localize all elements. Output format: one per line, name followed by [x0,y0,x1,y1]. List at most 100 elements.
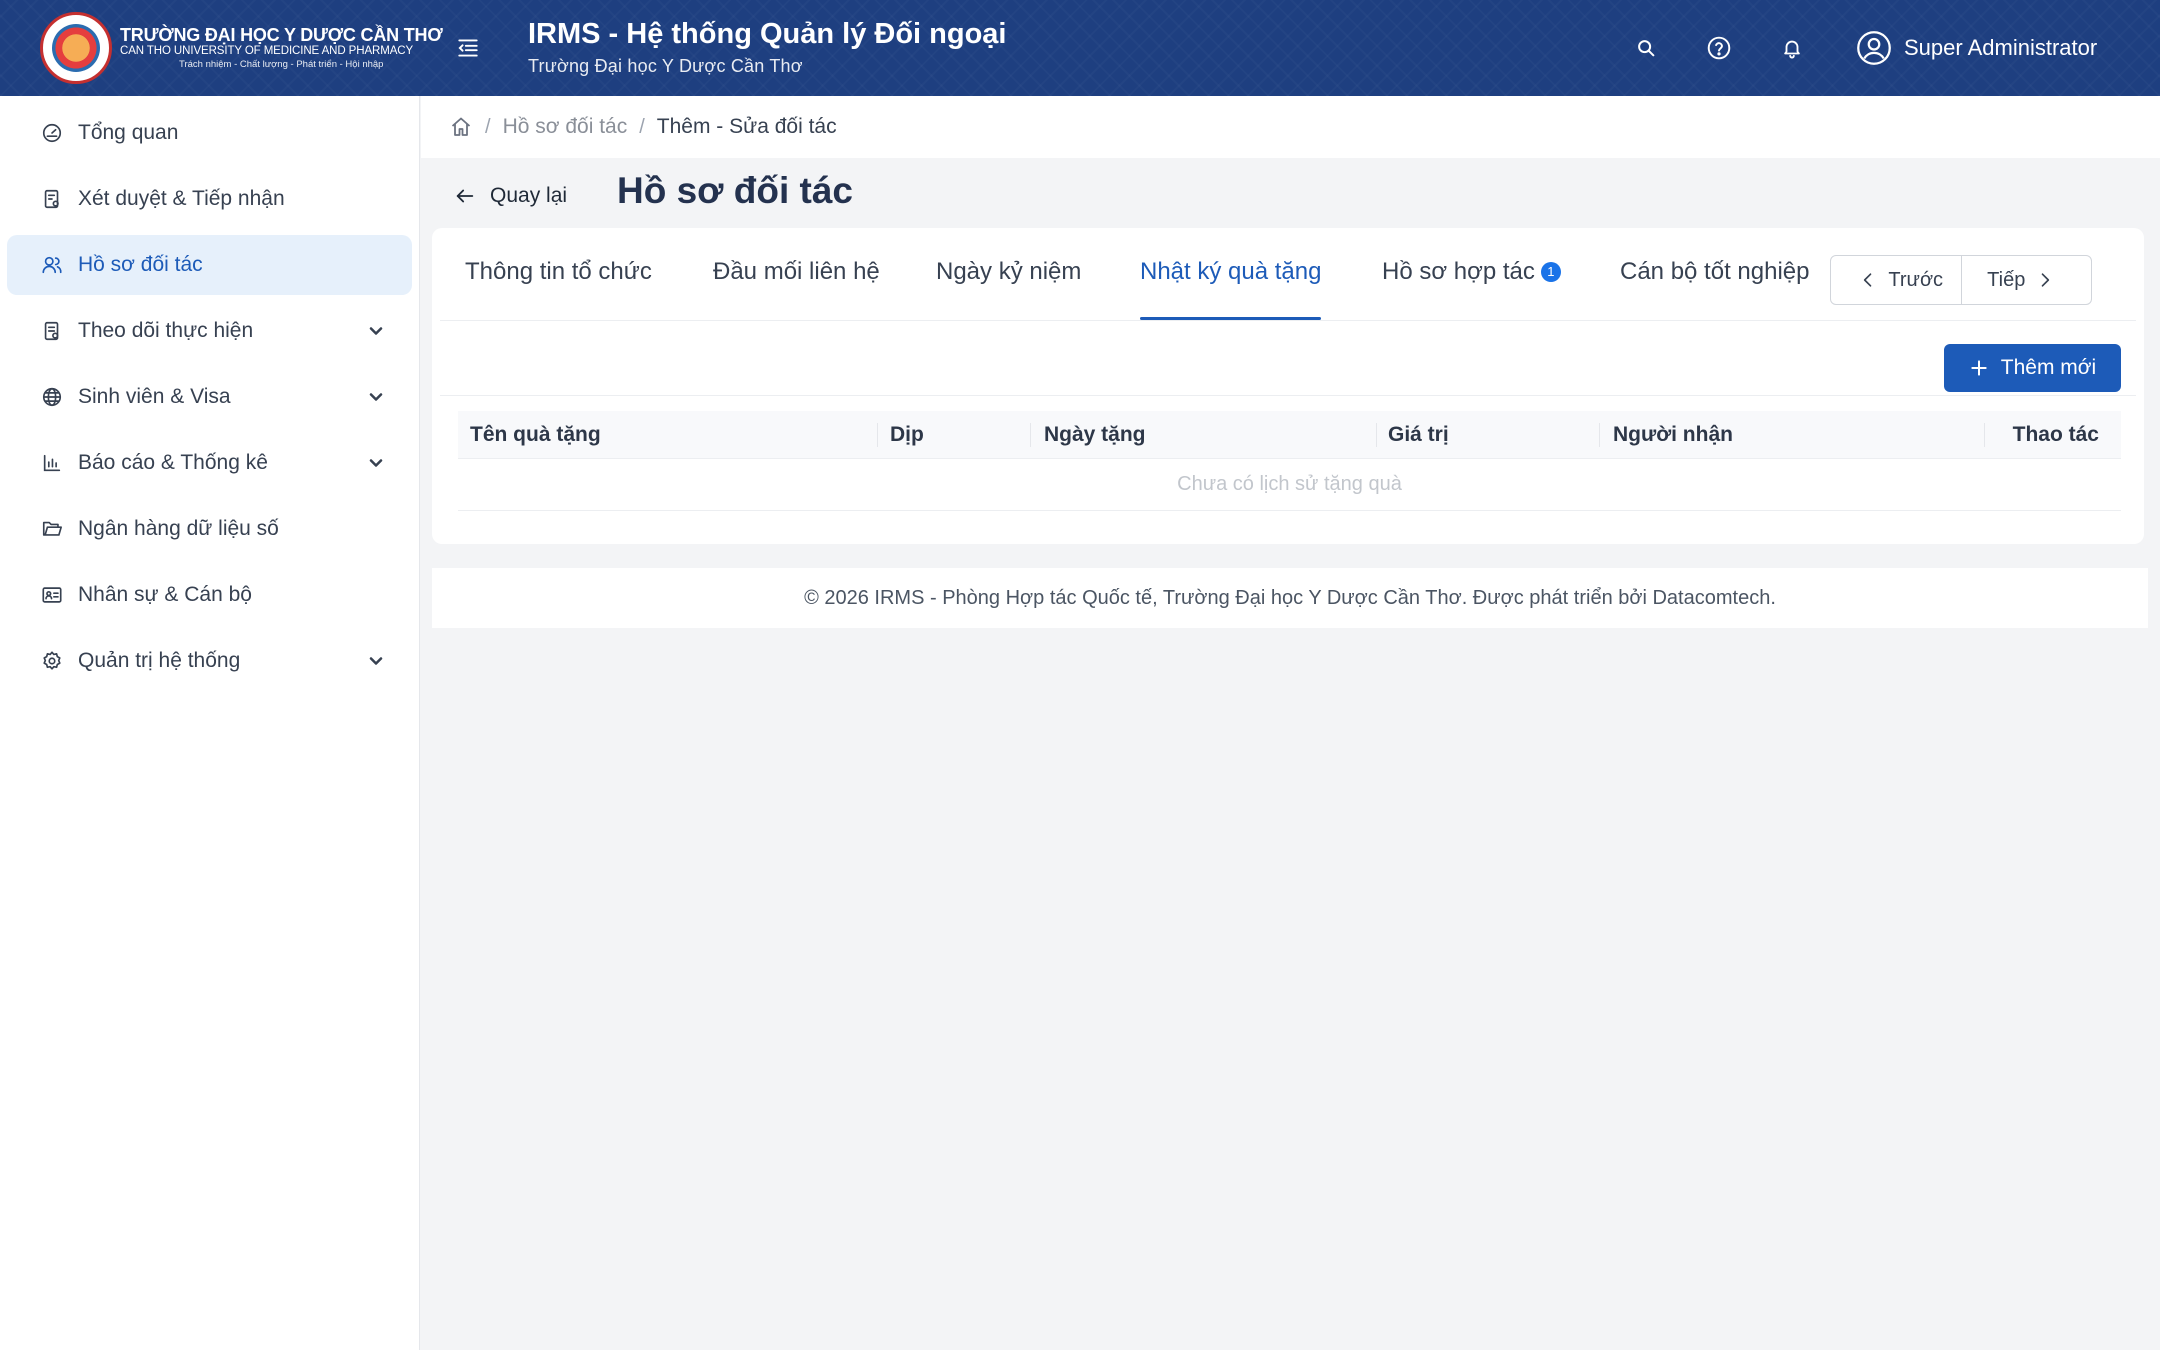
prev-button-label: Trước [1888,268,1944,291]
logo-line-1: TRƯỜNG ĐẠI HỌC Y DƯỢC CẦN THƠ [120,24,443,45]
university-seal-icon [40,12,112,84]
chevron-down-icon [369,657,383,665]
partners-icon [41,254,63,276]
column-header-value: Giá trị [1388,423,1449,446]
help-button[interactable] [1703,32,1735,64]
tab-contacts[interactable]: Đầu mối liên hệ [713,258,880,320]
sidebar-item-data-bank[interactable]: Ngân hàng dữ liệu số [7,499,412,559]
sidebar-item-tracking[interactable]: Theo dõi thực hiện [7,301,412,361]
plus-icon [1971,360,1987,376]
dashboard-icon [41,122,63,144]
column-header-gift-date: Ngày tặng [1044,423,1146,446]
sidebar-item-label: Tổng quan [78,121,179,144]
menu-toggle-button[interactable] [452,32,484,64]
toolbar-divider [440,395,2136,396]
sidebar-item-overview[interactable]: Tổng quan [7,103,412,163]
column-separator [1599,423,1600,447]
chevron-right-icon [2041,273,2050,287]
next-button[interactable]: Tiếp [1960,256,2092,304]
chart-icon [41,452,63,474]
gear-icon [41,650,63,672]
add-gift-button[interactable]: Thêm mới [1944,344,2121,392]
tab-label: Đầu mối liên hệ [713,258,880,285]
table-empty-state: Chưa có lịch sử tặng quà [458,459,2121,511]
globe-icon [41,386,63,408]
tab-pager: Trước Tiếp [1830,255,2092,305]
home-icon [451,117,471,136]
breadcrumb-link-partners[interactable]: Hồ sơ đối tác [503,115,628,139]
sidebar-item-label: Báo cáo & Thống kê [78,451,268,474]
footer-text: © 2026 IRMS - Phòng Hợp tác Quốc tế, Trư… [804,586,1776,609]
user-menu[interactable]: Super Administrator [1856,28,2097,68]
partner-card: Thông tin tổ chức Đầu mối liên hệ Ngày k… [432,228,2144,544]
column-separator [877,423,878,447]
user-icon [1857,31,1891,65]
tab-gift-log[interactable]: Nhật ký quà tặng [1140,258,1322,320]
column-separator [1376,423,1377,447]
logo-text: TRƯỜNG ĐẠI HỌC Y DƯỢC CẦN THƠ CAN THO UN… [120,24,443,72]
sidebar-item-label: Theo dõi thực hiện [78,319,254,342]
column-header-occasion: Dịp [890,423,924,446]
sidebar-item-label: Xét duyệt & Tiếp nhận [78,187,285,210]
sidebar-item-label: Sinh viên & Visa [78,385,231,408]
tab-organization-info[interactable]: Thông tin tổ chức [465,258,652,320]
sidebar-item-label: Nhân sự & Cán bộ [78,583,252,606]
column-header-recipient: Người nhận [1613,423,1733,446]
back-button-label: Quay lại [490,184,568,207]
breadcrumb-separator: / [639,115,645,138]
tab-label: Thông tin tổ chức [465,258,652,285]
tab-cooperation-records[interactable]: Hồ sơ hợp tác 1 [1382,258,1561,320]
tab-anniversaries[interactable]: Ngày kỷ niệm [936,258,1081,320]
menu-fold-icon [458,39,478,57]
chevron-left-icon [1864,273,1872,287]
notifications-button[interactable] [1776,32,1808,64]
arrow-left-icon [456,189,474,203]
breadcrumb: / Hồ sơ đối tác / Thêm - Sửa đối tác [421,96,2160,158]
sidebar-item-partners[interactable]: Hồ sơ đối tác [7,235,412,295]
chevron-down-icon [369,393,383,401]
app-subtitle: Trường Đại học Y Dược Cần Thơ [528,56,803,76]
column-separator [1984,423,1985,447]
breadcrumb-current: Thêm - Sửa đối tác [656,115,837,138]
logo-line-2: CAN THO UNIVERSITY OF MEDICINE AND PHARM… [120,45,414,58]
column-header-actions: Thao tác [2012,423,2099,446]
footer: © 2026 IRMS - Phòng Hợp tác Quốc tế, Trư… [432,568,2148,628]
sidebar-item-students-visa[interactable]: Sinh viên & Visa [7,367,412,427]
sidebar-item-reports[interactable]: Báo cáo & Thống kê [7,433,412,493]
next-button-label: Tiếp [1987,268,2026,291]
prev-button[interactable]: Trước [1831,256,1961,304]
chevron-down-icon [369,459,383,467]
search-button[interactable] [1630,32,1662,64]
sidebar-item-staff[interactable]: Nhân sự & Cán bộ [7,565,412,625]
tab-label: Ngày kỷ niệm [936,258,1082,285]
sidebar-item-review[interactable]: Xét duyệt & Tiếp nhận [7,169,412,229]
university-logo[interactable]: TRƯỜNG ĐẠI HỌC Y DƯỢC CẦN THƠ CAN THO UN… [40,12,443,84]
column-header-gift-name: Tên quà tặng [470,423,601,446]
page-title: Hồ sơ đối tác [617,170,854,211]
folder-icon [41,518,63,540]
sidebar-item-label: Ngân hàng dữ liệu số [78,517,279,540]
sidebar-item-system-admin[interactable]: Quản trị hệ thống [7,631,412,691]
table-header: Tên quà tặng Dịp Ngày tặng Giá trị Người… [458,411,2121,459]
app-title: IRMS - Hệ thống Quản lý Đối ngoại [528,18,1007,50]
add-button-label: Thêm mới [2000,356,2097,379]
tab-label: Hồ sơ hợp tác [1382,258,1535,285]
review-icon [41,188,63,210]
chevron-down-icon [369,327,383,335]
id-card-icon [41,584,63,606]
sidebar-item-label: Hồ sơ đối tác [78,253,203,276]
search-icon [1638,40,1655,57]
sidebar-item-label: Quản trị hệ thống [78,649,241,672]
tab-graduated-staff[interactable]: Cán bộ tốt nghiệp [1620,258,1809,320]
bell-icon [1784,40,1800,59]
count-badge: 1 [1540,261,1561,282]
breadcrumb-separator: / [485,115,491,138]
user-name: Super Administrator [1904,35,2098,60]
tab-label: Nhật ký quà tặng [1140,258,1322,285]
tab-label: Cán bộ tốt nghiệp [1620,258,1810,285]
column-separator [1030,423,1031,447]
app-header: TRƯỜNG ĐẠI HỌC Y DƯỢC CẦN THƠ CAN THO UN… [0,0,2160,96]
back-button[interactable]: Quay lại [454,176,567,216]
tracking-icon [41,320,63,342]
breadcrumb-home[interactable] [449,115,473,139]
